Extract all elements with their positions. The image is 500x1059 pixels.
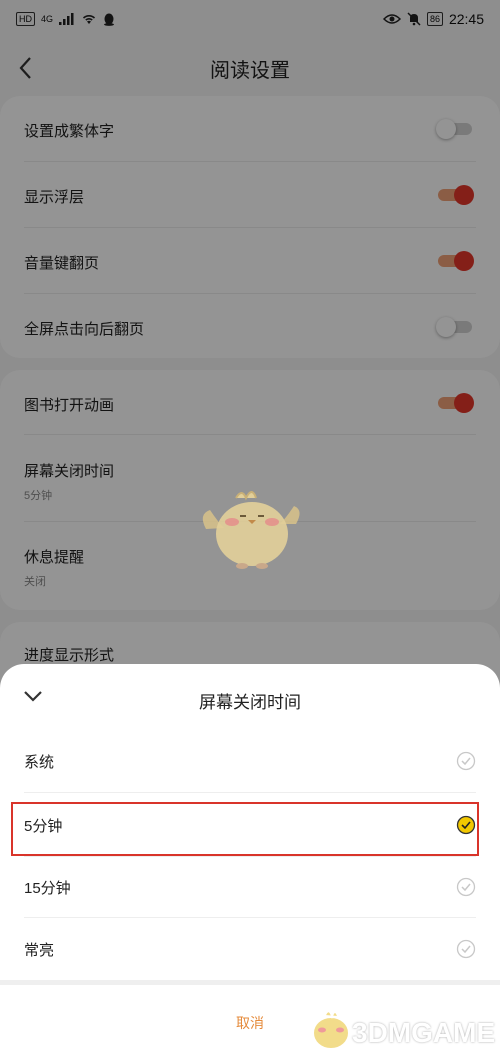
watermark-text: 3DMGAME [352, 1017, 496, 1048]
option-label: 系统 [24, 753, 55, 771]
selection-highlight-box [11, 802, 479, 856]
check-circle-icon [456, 877, 476, 897]
option-always-on[interactable]: 常亮 [24, 918, 476, 980]
divider [24, 792, 476, 793]
check-circle-icon [456, 939, 476, 959]
option-label: 15分钟 [24, 879, 71, 897]
check-circle-icon [456, 751, 476, 771]
mascot-watermark-icon [202, 491, 300, 569]
option-15min[interactable]: 15分钟 [24, 856, 476, 918]
watermark-mascot-icon [312, 1010, 350, 1050]
sheet-title: 屏幕关闭时间 [199, 693, 301, 712]
option-label: 常亮 [24, 941, 55, 959]
option-system[interactable]: 系统 [24, 730, 476, 792]
